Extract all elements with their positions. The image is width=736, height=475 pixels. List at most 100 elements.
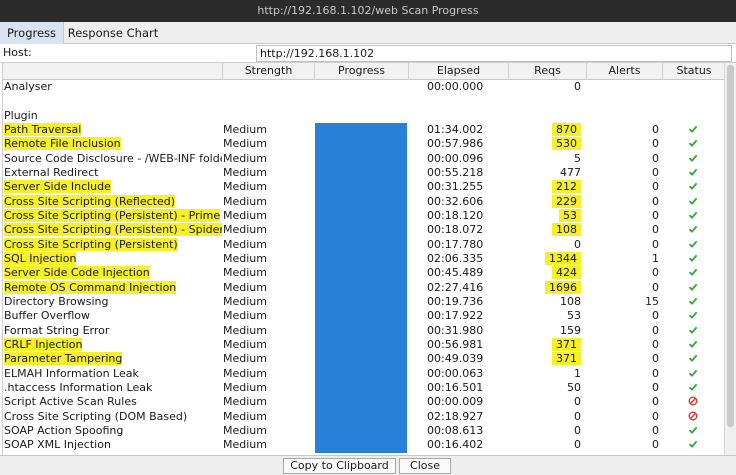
- plugin-name-text: External Redirect: [4, 165, 99, 179]
- progress-bar: [315, 151, 407, 166]
- plugin-reqs-text: 108: [560, 294, 581, 308]
- plugin-name: Cross Site Scripting (Reflected): [4, 194, 222, 209]
- plugin-strength: Medium: [223, 409, 267, 423]
- plugin-alerts: 0: [652, 180, 659, 194]
- plugin-name-text: SQL Injection: [4, 251, 77, 265]
- table-row[interactable]: Remote OS Command Injection Medium 02:27.4…: [3, 280, 724, 295]
- progress-bar: [315, 395, 407, 410]
- plugin-reqs-text: 0: [574, 395, 581, 409]
- plugin-elapsed: 00:00.009: [427, 395, 484, 409]
- plugin-alerts: 0: [652, 409, 659, 423]
- column-header-progress[interactable]: Progress: [315, 63, 409, 80]
- tab-response-chart[interactable]: Response Chart: [64, 22, 162, 44]
- plugin-alerts: 0: [652, 123, 659, 136]
- plugin-reqs: 0: [513, 410, 581, 424]
- plugin-alerts: 0: [652, 266, 659, 280]
- table-row[interactable]: Script Active Scan Rules Medium 00:00.009 0…: [3, 395, 724, 410]
- progress-bar: [315, 165, 407, 181]
- plugin-reqs-text: 159: [560, 323, 581, 337]
- progress-bar: [315, 251, 407, 267]
- plugin-name-text: Cross Site Scripting (Persistent): [4, 237, 178, 251]
- window-title: http://192.168.1.102/web Scan Progress: [0, 0, 736, 22]
- plugin-strength: Medium: [223, 323, 267, 337]
- plugin-name-text: Parameter Tampering: [4, 352, 123, 366]
- table-row[interactable]: External Redirect Medium 00:55.218 477 0: [3, 165, 724, 181]
- plugin-reqs-text: 212: [552, 180, 581, 194]
- table-row[interactable]: Remote File Inclusion Medium 00:57.986 530 0: [3, 137, 724, 152]
- plugin-name-text: ELMAH Information Leak: [4, 366, 139, 380]
- plugin-strength: Medium: [223, 237, 267, 251]
- table-row[interactable]: CRLF Injection Medium 00:56.981 371 0: [3, 337, 724, 353]
- column-header-elapsed[interactable]: Elapsed: [409, 63, 509, 80]
- plugin-reqs-text: 1696: [545, 280, 581, 294]
- plugin-reqs-text: 371: [552, 337, 581, 351]
- progress-bar: [315, 180, 407, 195]
- cancel-icon: [687, 410, 699, 424]
- column-header-alerts[interactable]: Alerts: [587, 63, 663, 80]
- plugin-reqs: 53: [513, 309, 581, 323]
- plugin-alerts: 0: [652, 237, 659, 251]
- table-row[interactable]: Cross Site Scripting (Reflected) Medium 00…: [3, 194, 724, 209]
- plugin-reqs: 0: [513, 438, 581, 452]
- table-row[interactable]: Format String Error Medium 00:31.980 159 0: [3, 323, 724, 338]
- table-row[interactable]: Cross Site Scripting (Persistent) Medium 0…: [3, 237, 724, 252]
- plugin-reqs: 1: [513, 367, 581, 381]
- table-row[interactable]: Source Code Disclosure - /WEB-INF folder…: [3, 151, 724, 166]
- plugin-strength: Medium: [223, 137, 267, 151]
- plugin-elapsed: 00:55.218: [427, 165, 484, 179]
- dialog-footer: Copy to Clipboard Close: [0, 455, 736, 475]
- plugin-reqs: 1344: [513, 251, 581, 266]
- tab-progress[interactable]: Progress: [0, 22, 64, 44]
- column-header-status[interactable]: Status: [663, 63, 724, 80]
- check-icon: [687, 424, 699, 438]
- plugin-strength: Medium: [223, 423, 267, 437]
- copy-to-clipboard-button[interactable]: Copy to Clipboard: [283, 458, 396, 474]
- close-button[interactable]: Close: [399, 458, 451, 474]
- table-row[interactable]: Directory Browsing Medium 00:19.736 108 15: [3, 294, 724, 310]
- plugin-reqs: 229: [513, 194, 581, 209]
- plugin-reqs-text: 1344: [545, 251, 581, 265]
- plugin-name: Cross Site Scripting (Persistent) - Prim…: [4, 208, 222, 223]
- column-header-strength[interactable]: Strength: [223, 63, 315, 80]
- plugin-reqs: 371: [513, 337, 581, 352]
- table-row[interactable]: Buffer Overflow Medium 00:17.922 53 0: [3, 309, 724, 324]
- table-row[interactable]: Cross Site Scripting (Persistent) - Prim…: [3, 208, 724, 224]
- progress-bar: [315, 337, 407, 353]
- plugin-strength: Medium: [223, 337, 267, 351]
- plugin-elapsed: 00:16.501: [427, 380, 484, 394]
- plugin-name-text: Cross Site Scripting (Reflected): [4, 194, 175, 208]
- table-row[interactable]: Cross Site Scripting (DOM Based) Medium 02…: [3, 409, 724, 424]
- table-row[interactable]: .htaccess Information Leak Medium 00:16.50…: [3, 380, 724, 396]
- column-header-name[interactable]: [3, 63, 223, 80]
- plugin-strength: Medium: [223, 280, 267, 294]
- plugin-name: Server Side Code Injection: [4, 266, 222, 280]
- table-row[interactable]: Server Side Include Medium 00:31.255 212 0: [3, 180, 724, 195]
- plugin-strength: Medium: [223, 266, 267, 280]
- check-icon: [687, 266, 699, 280]
- analyser-reqs: 0: [574, 80, 581, 93]
- table-row[interactable]: ELMAH Information Leak Medium 00:00.063 1 0: [3, 366, 724, 381]
- vertical-scrollbar[interactable]: [724, 63, 736, 455]
- table-row[interactable]: SQL Injection Medium 02:06.335 1344 1: [3, 251, 724, 267]
- analyser-row[interactable]: Analyser 00:00.000 0: [3, 80, 724, 94]
- plugin-reqs-text: 229: [552, 194, 581, 208]
- tab-bar: Progress Response Chart: [0, 22, 736, 44]
- table-row[interactable]: Path Traversal Medium 01:34.002 870 0: [3, 123, 724, 138]
- scrollbar-thumb[interactable]: [727, 65, 734, 427]
- check-icon: [687, 324, 699, 338]
- plugin-strength: Medium: [223, 180, 267, 194]
- column-header-reqs[interactable]: Reqs: [509, 63, 587, 80]
- check-icon: [687, 438, 699, 452]
- table-row[interactable]: Cross Site Scripting (Persistent) - Spid…: [3, 223, 724, 238]
- check-icon: [687, 238, 699, 252]
- table-row[interactable]: Server Side Code Injection Medium 00:45.48…: [3, 266, 724, 281]
- progress-bar: [315, 280, 407, 295]
- plugin-strength: Medium: [223, 123, 267, 136]
- table-row[interactable]: SOAP XML Injection Medium 00:16.402 0 0: [3, 438, 724, 453]
- table-row[interactable]: SOAP Action Spoofing Medium 00:08.613 0 0: [3, 423, 724, 439]
- plugin-name: External Redirect: [4, 166, 222, 180]
- host-field[interactable]: http://192.168.1.102: [256, 45, 732, 62]
- table-row[interactable]: Parameter Tampering Medium 00:49.039 371 0: [3, 352, 724, 367]
- table-header: Strength Progress Elapsed Reqs Alerts St…: [3, 63, 724, 80]
- plugin-name: CRLF Injection: [4, 337, 222, 352]
